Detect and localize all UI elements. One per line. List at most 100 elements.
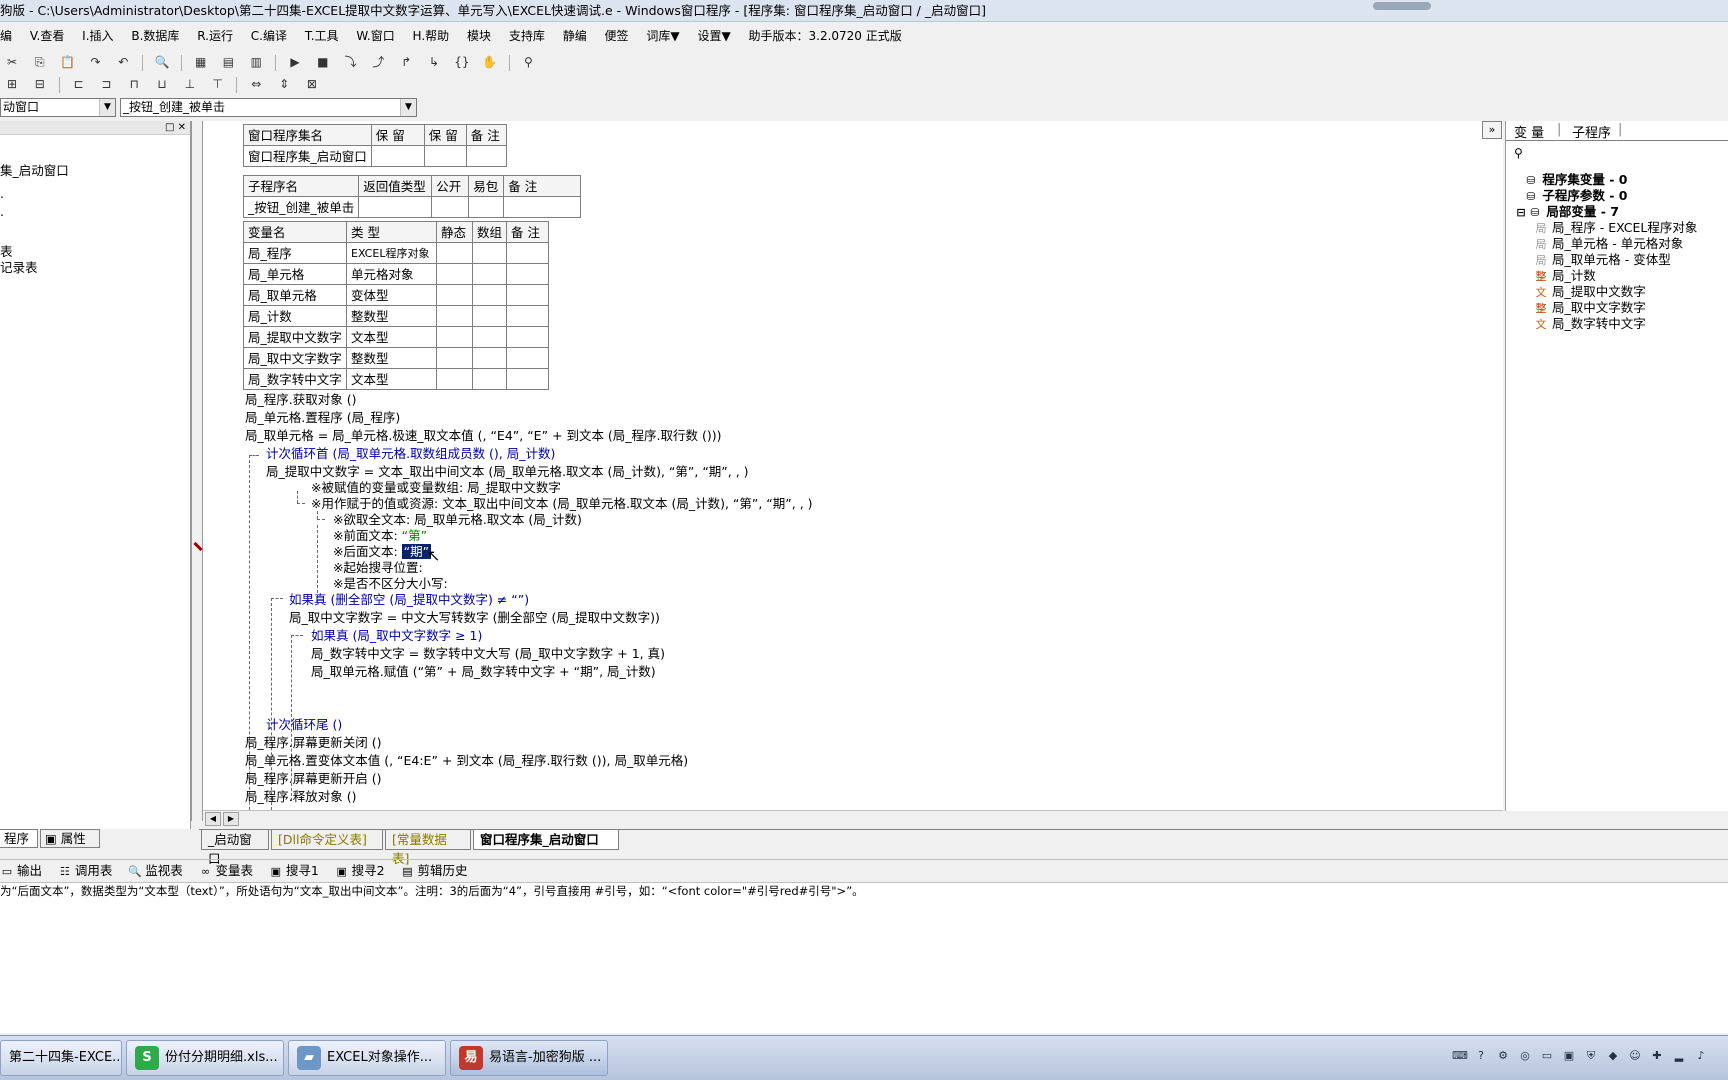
align-bottom-icon[interactable]: ⊥	[181, 75, 199, 93]
var-cell[interactable]	[506, 263, 550, 285]
code-line-hint[interactable]: ※前面文本: “第”	[333, 528, 427, 544]
add-tray-icon[interactable]: ✚	[1650, 1048, 1664, 1064]
scroll-right-icon[interactable]: ▶	[223, 812, 239, 826]
sub-cell[interactable]	[503, 196, 582, 218]
tab-dll-commands[interactable]: [Dll命令定义表]	[271, 830, 383, 850]
volume-tray-icon[interactable]: ♪	[1694, 1048, 1708, 1064]
var-cell[interactable]	[436, 242, 473, 264]
chevron-down-icon[interactable]: ▼	[99, 99, 115, 116]
var-cell[interactable]	[506, 242, 550, 264]
chat-tray-icon[interactable]: ☺	[1628, 1048, 1642, 1064]
taskbar-item-eyuyan[interactable]: 易易语言-加密狗版 ...	[450, 1040, 608, 1076]
run-to-cursor-icon[interactable]: ↳	[425, 53, 443, 71]
var-cell-name[interactable]: 局_单元格	[243, 263, 347, 285]
keyboard-tray-icon[interactable]: ⌨	[1452, 1048, 1468, 1064]
tab-startup-window[interactable]: _启动窗口	[201, 830, 269, 866]
var-cell[interactable]	[471, 242, 508, 264]
output-panel[interactable]: 为“后面文本”，数据类型为“文本型（text）”，所处语句为“文本_取出中间文本…	[0, 883, 1728, 1033]
tab-search1[interactable]: ▣ 搜寻1	[269, 860, 319, 883]
shield-tray-icon[interactable]: ⛨	[1584, 1048, 1598, 1064]
align-2-icon[interactable]: ⊟	[31, 75, 49, 93]
tree-leaf-var[interactable]: 文 局_提取中文数字	[1534, 284, 1646, 300]
tab-properties[interactable]: ▣ 属性	[40, 829, 100, 848]
taskbar-item-video[interactable]: 第二十四集-EXCE...	[0, 1040, 122, 1076]
code-line-if[interactable]: 如果真 (删全部空 (局_提取中文数字) ≠ “”)	[289, 592, 529, 608]
tree-leaf-var[interactable]: 局 局_取单元格 - 变体型	[1534, 252, 1671, 268]
assembly-cell[interactable]	[370, 145, 425, 167]
tab-constants[interactable]: [常量数据表]	[385, 830, 471, 866]
var-cell[interactable]	[471, 305, 508, 327]
menu-notes[interactable]: 便签	[605, 25, 629, 47]
var-cell[interactable]	[436, 368, 473, 390]
tree-leaf-var[interactable]: 文 局_数字转中文字	[1534, 316, 1646, 332]
binoculars-icon[interactable]: ⚲	[519, 53, 537, 71]
event-combo[interactable]: _按钮_创建_被单击 ▼	[120, 98, 417, 117]
code-line-hint[interactable]: ※是否不区分大小写:	[333, 576, 448, 592]
code-line-loop-end[interactable]: 计次循环尾 ()	[266, 717, 342, 733]
var-cell[interactable]	[436, 326, 473, 348]
var-cell-type[interactable]: 单元格对象	[346, 263, 437, 285]
tree-item[interactable]: .	[0, 186, 4, 201]
display-tray-icon[interactable]: ▭	[1540, 1048, 1554, 1064]
code-line-hint[interactable]: ※欲取全文本: 局_取单元格.取文本 (局_计数)	[333, 512, 582, 528]
var-cell[interactable]	[436, 305, 473, 327]
menu-insert[interactable]: I.插入	[82, 25, 113, 47]
collapse-icon[interactable]: ⊟	[1514, 205, 1528, 220]
code-line[interactable]: 局_取单元格 = 局_单元格.极速_取文本值 (, “E4”, “E” + 到文…	[245, 428, 722, 444]
code-editor[interactable]: 窗口程序集名 保 留 保 留 备 注 窗口程序集_启动窗口 子程序名 返回值类型…	[203, 121, 1503, 810]
tree-item-record-table[interactable]: 记录表	[0, 257, 38, 276]
tree-item[interactable]: .	[0, 204, 4, 219]
tab-variables[interactable]: 变 量	[1514, 122, 1544, 141]
network-tray-icon[interactable]: ◎	[1518, 1048, 1532, 1064]
help-tray-icon[interactable]: ?	[1474, 1048, 1488, 1064]
code-line[interactable]: 局_程序.释放对象 ()	[245, 789, 356, 805]
var-cell[interactable]	[506, 326, 550, 348]
copy-icon[interactable]: ⎘	[31, 53, 49, 71]
code-line[interactable]: 局_提取中文数字 = 文本_取出中间文本 (局_取单元格.取文本 (局_计数),…	[266, 464, 749, 480]
monitor-tray-icon[interactable]: ▣	[1562, 1048, 1576, 1064]
taskbar-item-spreadsheet[interactable]: S 份付分期明细.xls...	[126, 1040, 284, 1076]
code-line-hint[interactable]: ※起始搜寻位置:	[333, 560, 423, 576]
pin-icon[interactable]: □	[165, 122, 174, 133]
braces-icon[interactable]: {}	[453, 53, 471, 71]
tree-leaf-var[interactable]: 整 局_取中文字数字	[1534, 300, 1646, 316]
var-cell-type[interactable]: 整数型	[346, 305, 437, 327]
tree-leaf-var[interactable]: 整 局_计数	[1534, 268, 1596, 284]
align-center-icon[interactable]: ⊐	[97, 75, 115, 93]
menu-help[interactable]: H.帮助	[413, 25, 450, 47]
code-line[interactable]: 局_数字转中文字 = 数字转中文大写 (局_取中文字数字 + 1, 真)	[311, 646, 665, 662]
close-icon[interactable]: ✕	[178, 122, 186, 133]
var-cell[interactable]	[471, 263, 508, 285]
var-cell[interactable]	[506, 284, 550, 306]
menu-static-compile[interactable]: 静编	[563, 25, 587, 47]
assembly-cell[interactable]: 窗口程序集_启动窗口	[243, 145, 372, 167]
menu-window[interactable]: W.窗口	[356, 25, 394, 47]
var-cell-name[interactable]: 局_取单元格	[243, 284, 347, 306]
layout-2-icon[interactable]: ▤	[219, 53, 237, 71]
tree-node-sub-params[interactable]: ⛁ 子程序参数 - 0	[1524, 188, 1627, 204]
var-cell[interactable]	[506, 347, 550, 369]
tab-watch[interactable]: 🔍 监视表	[128, 860, 182, 883]
tree-leaf-var[interactable]: 局 局_单元格 - 单元格对象	[1534, 236, 1684, 252]
taskbar-item-excel-ops[interactable]: ▰ EXCEL对象操作...	[288, 1040, 446, 1076]
tab-program[interactable]: 程序	[0, 829, 38, 848]
code-line[interactable]: 局_取中文字数字 = 中文大写转数字 (删全部空 (局_提取中文数字))	[289, 610, 660, 626]
var-cell[interactable]	[471, 326, 508, 348]
align-left-icon[interactable]: ⊏	[69, 75, 87, 93]
var-cell[interactable]	[436, 263, 473, 285]
editor-horizontal-scrollbar[interactable]: ◀ ▶	[203, 810, 1503, 827]
cut-icon[interactable]: ✂	[3, 53, 21, 71]
undo-icon[interactable]: ↶	[114, 53, 132, 71]
code-line-if[interactable]: 如果真 (局_取中文字数字 ≥ 1)	[311, 628, 482, 644]
paste-icon[interactable]: 📋	[59, 53, 77, 71]
menu-edit[interactable]: 编	[0, 25, 12, 47]
layout-3-icon[interactable]: ▥	[247, 53, 265, 71]
menu-module[interactable]: 模块	[467, 25, 491, 47]
sub-cell[interactable]	[358, 196, 433, 218]
sub-cell[interactable]	[468, 196, 505, 218]
same-width-icon[interactable]: ⇔	[247, 75, 265, 93]
redo-icon[interactable]: ↷	[86, 53, 104, 71]
var-cell-name[interactable]: 局_计数	[243, 305, 347, 327]
code-line-loop-start[interactable]: 计次循环首 (局_取单元格.取数组成员数 (), 局_计数)	[266, 446, 555, 462]
align-right-icon[interactable]: ⊔	[153, 75, 171, 93]
